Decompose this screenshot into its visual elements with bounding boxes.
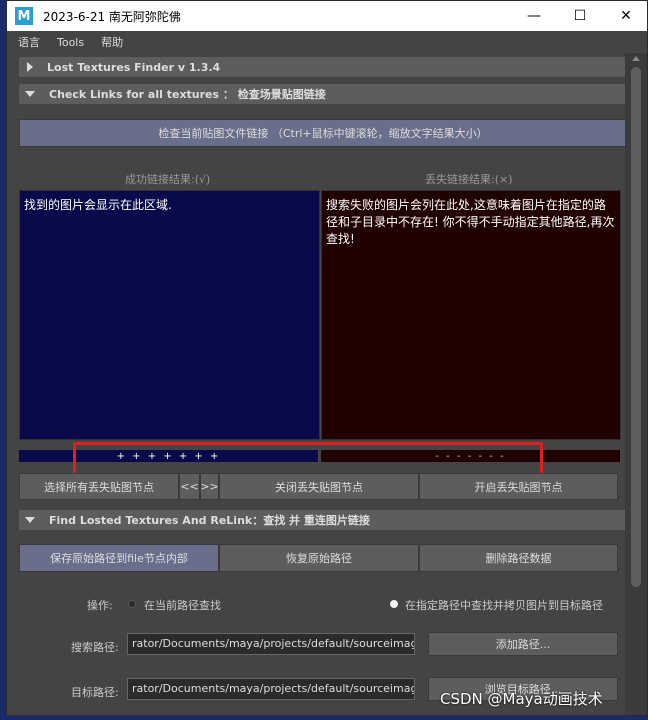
prev-button[interactable]: <<: [179, 473, 200, 500]
next-button[interactable]: >>: [200, 473, 219, 500]
section-finder-title: Lost Textures Finder v 1.3.4: [47, 60, 221, 74]
add-path-button[interactable]: 添加路径...: [428, 632, 618, 656]
window-title: 2023-6-21 南无阿弥陀佛: [43, 9, 181, 24]
delete-path-data-button[interactable]: 删除路径数据: [419, 544, 618, 572]
collapse-down-icon: [25, 91, 35, 97]
main-content: Lost Textures Finder v 1.3.4 Check Links…: [7, 53, 627, 715]
radio-specified-path[interactable]: [390, 600, 398, 608]
maximize-icon[interactable]: ☐: [557, 1, 603, 31]
target-path-input[interactable]: rator/Documents/maya/projects/default/so…: [127, 678, 415, 700]
fail-results-panel[interactable]: 搜索失败的图片会列在此处,这意味着图片在指定的路径和子目录中不存在! 你不得不手…: [321, 190, 621, 440]
save-original-path-button[interactable]: 保存原始路径到file节点内部: [19, 544, 219, 572]
open-lost-nodes-button[interactable]: 开启丢失贴图节点: [419, 473, 618, 500]
section-check[interactable]: Check Links for all textures ： 检查场景贴图链接: [19, 84, 627, 104]
section-relink-title: Find Losted Textures And ReLink：查找 并 重连图…: [49, 514, 370, 527]
section-finder[interactable]: Lost Textures Finder v 1.3.4: [19, 57, 627, 77]
close-icon[interactable]: ✕: [603, 1, 647, 31]
titlebar: M 2023-6-21 南无阿弥陀佛 — ☐ ✕: [7, 1, 647, 31]
scroll-up-icon[interactable]: [632, 56, 640, 61]
expand-right-icon: [27, 62, 33, 72]
minimize-icon[interactable]: —: [511, 1, 557, 31]
select-lost-nodes-button[interactable]: 选择所有丢失贴图节点: [19, 473, 179, 500]
radio-current-path[interactable]: [128, 600, 136, 608]
success-label: 成功链接结果:(√): [125, 173, 211, 186]
fail-label: 丢失链接结果:(×): [425, 173, 513, 186]
close-lost-nodes-button[interactable]: 关闭丢失贴图节点: [219, 473, 419, 500]
menubar: 语言 Tools 帮助: [7, 31, 647, 53]
maya-window: M 2023-6-21 南无阿弥陀佛 — ☐ ✕ 语言 Tools 帮助 Los…: [6, 0, 648, 716]
radio-current-path-label: 在当前路径查找: [144, 599, 221, 612]
success-results-panel[interactable]: 找到的图片会显示在此区域.: [19, 190, 320, 440]
search-path-label: 搜索路径:: [71, 641, 119, 654]
restore-path-button[interactable]: 恢复原始路径: [219, 544, 419, 572]
target-path-label: 目标路径:: [71, 686, 119, 699]
csdn-watermark: CSDN @Maya动画技术: [440, 690, 603, 708]
maya-app-icon: M: [15, 7, 33, 25]
section-relink[interactable]: Find Losted Textures And ReLink：查找 并 重连图…: [19, 510, 627, 530]
search-path-input[interactable]: rator/Documents/maya/projects/default/so…: [127, 633, 415, 655]
operation-label: 操作:: [87, 599, 113, 612]
radio-specified-path-label: 在指定路径中查找并拷贝图片到目标路径: [405, 599, 603, 612]
menu-tools[interactable]: Tools: [57, 36, 84, 49]
vertical-scrollbar[interactable]: [625, 53, 647, 715]
menu-help[interactable]: 帮助: [101, 34, 123, 50]
menu-language[interactable]: 语言: [18, 34, 40, 50]
scroll-thumb[interactable]: [631, 67, 641, 587]
collapse-down-icon: [25, 517, 35, 523]
section-check-title: Check Links for all textures ： 检查场景贴图链接: [49, 88, 326, 101]
check-links-button[interactable]: 检查当前贴图文件链接 （Ctrl+鼠标中键滚轮，缩放文字结果大小）: [19, 119, 627, 147]
